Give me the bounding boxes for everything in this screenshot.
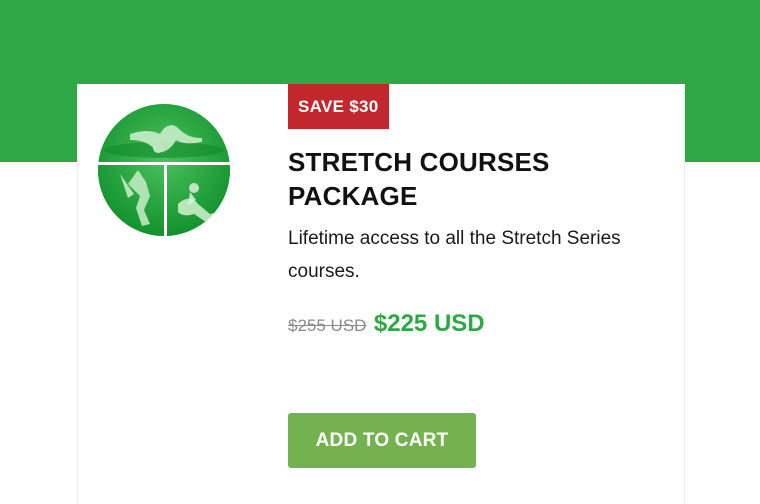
price-row: $255 USD $225 USD	[288, 310, 485, 338]
product-title: STRETCH COURSES PACKAGE	[288, 147, 550, 211]
savings-badge: SAVE $30	[288, 84, 389, 129]
add-to-cart-button[interactable]: ADD TO CART	[288, 413, 476, 468]
stretch-poses-icon	[98, 104, 230, 236]
product-thumbnail	[98, 104, 230, 236]
sale-price: $225 USD	[373, 310, 485, 337]
original-price: $255 USD	[288, 316, 367, 335]
product-card: SAVE $30 STRETCH COURSES PACKAGE Lifetim…	[77, 84, 685, 504]
product-description: Lifetime access to all the Stretch Serie…	[288, 228, 621, 282]
